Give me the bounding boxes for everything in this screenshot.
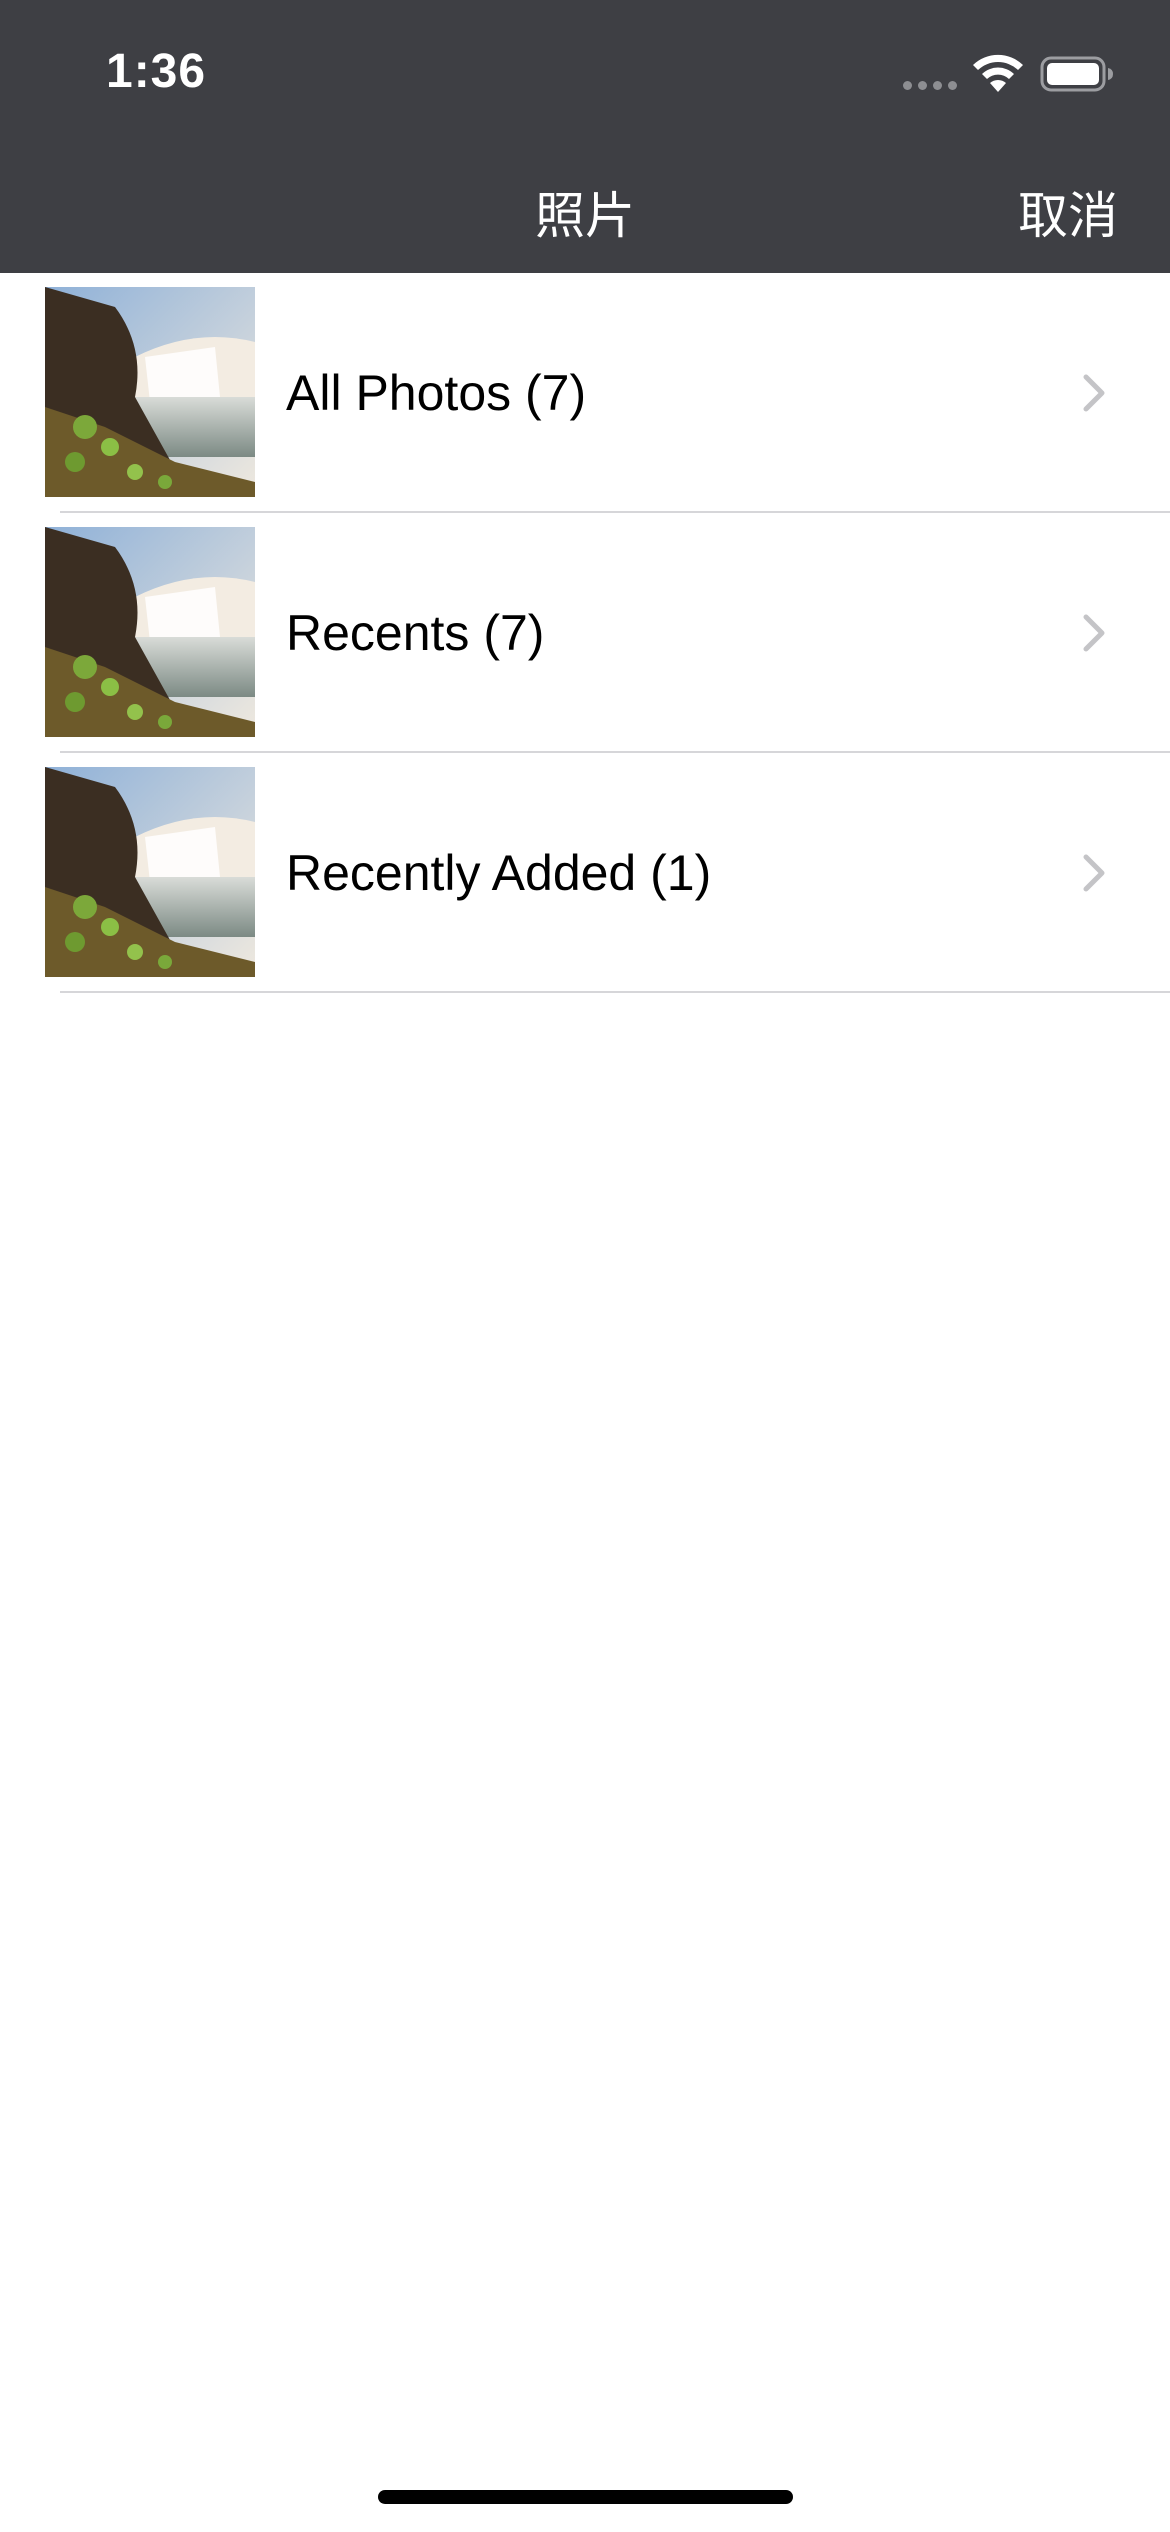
home-indicator[interactable] — [378, 2490, 793, 2504]
wifi-icon — [973, 54, 1023, 92]
chevron-right-icon — [1083, 614, 1105, 652]
album-thumbnail — [45, 287, 255, 497]
album-list: All Photos (7) Recents (7) Recently Adde… — [0, 273, 1170, 993]
album-row-recents[interactable]: Recents (7) — [0, 513, 1170, 753]
cellular-signal-icon — [903, 81, 957, 90]
album-row-all-photos[interactable]: All Photos (7) — [0, 273, 1170, 513]
album-thumbnail — [45, 767, 255, 977]
cancel-button[interactable]: 取消 — [1018, 176, 1118, 248]
navigation-bar: 1:36 照片 取消 — [0, 0, 1170, 273]
album-title: Recents (7) — [286, 605, 545, 661]
chevron-right-icon — [1083, 854, 1105, 892]
page-title: 照片 — [535, 187, 635, 245]
album-title: All Photos (7) — [286, 365, 587, 421]
album-row-recently-added[interactable]: Recently Added (1) — [0, 753, 1170, 993]
album-thumbnail — [45, 527, 255, 737]
battery-icon — [1040, 56, 1113, 92]
album-title: Recently Added (1) — [286, 845, 712, 901]
status-time: 1:36 — [106, 45, 207, 98]
chevron-right-icon — [1083, 374, 1105, 412]
